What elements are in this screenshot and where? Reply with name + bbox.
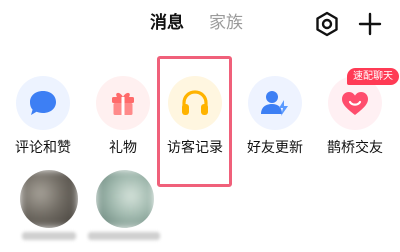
quick-action-gifts[interactable]: 礼物 bbox=[83, 76, 163, 162]
tab-messages[interactable]: 消息 bbox=[150, 10, 184, 36]
quick-action-friend-updates[interactable]: 好友更新 bbox=[235, 76, 315, 162]
quick-action-label: 评论和赞 bbox=[15, 140, 71, 156]
highlight-box bbox=[157, 56, 232, 187]
contact-avatar[interactable] bbox=[96, 170, 154, 228]
quick-action-magpie-bridge-dating[interactable]: 鹊桥交友 bbox=[315, 76, 395, 162]
add-button[interactable] bbox=[356, 10, 384, 38]
recent-contacts-row bbox=[0, 170, 400, 252]
gift-icon bbox=[96, 76, 150, 130]
tab-family[interactable]: 家族 bbox=[209, 10, 243, 36]
contact-name-blurred bbox=[88, 232, 160, 240]
quick-action-label: 好友更新 bbox=[247, 140, 303, 156]
top-bar: 消息 家族 bbox=[0, 0, 400, 50]
quick-action-comments-likes[interactable]: 评论和赞 bbox=[3, 76, 83, 162]
comment-bubble-icon bbox=[16, 76, 70, 130]
settings-icon bbox=[316, 11, 338, 37]
speed-chat-badge: 速配聊天 bbox=[347, 68, 399, 85]
quick-action-label: 鹊桥交友 bbox=[327, 140, 383, 156]
friend-update-icon bbox=[248, 76, 302, 130]
plus-icon bbox=[358, 12, 382, 36]
settings-button[interactable] bbox=[313, 10, 341, 38]
quick-action-label: 礼物 bbox=[109, 140, 137, 156]
contact-avatar[interactable] bbox=[20, 170, 78, 228]
contact-name-blurred bbox=[22, 232, 76, 240]
